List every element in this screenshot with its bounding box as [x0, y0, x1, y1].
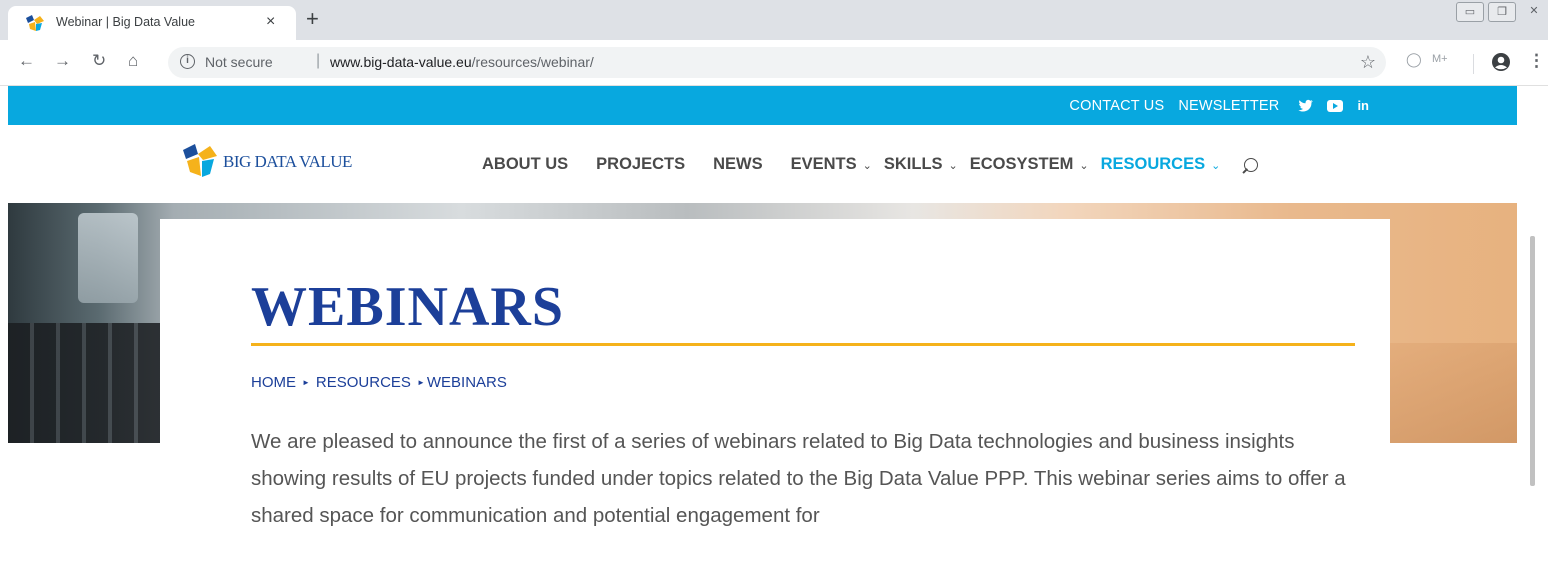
nav-label: ABOUT US — [482, 155, 569, 173]
minimize-icon[interactable]: ▭ — [1456, 2, 1484, 22]
browser-tab[interactable]: Webinar | Big Data Value × — [8, 6, 296, 40]
nav-events[interactable]: EVENTS ⌄ — [791, 155, 872, 174]
new-tab-button[interactable]: + — [306, 8, 319, 30]
bookmark-star-icon[interactable]: ☆ — [1360, 52, 1376, 73]
hero-keyboard-shape — [8, 323, 168, 443]
site-logo[interactable]: BIG DATA VALUE — [181, 140, 352, 184]
menu-dots-icon[interactable]: ⋮ — [1528, 51, 1545, 71]
breadcrumb-webinars: WEBINARS — [426, 374, 507, 391]
breadcrumb-home[interactable]: HOME — [251, 374, 296, 391]
nav-label: NEWS — [713, 155, 763, 173]
breadcrumb: HOME ► RESOURCES ► WEBINARS — [251, 374, 507, 391]
nav-label: RESOURCES — [1100, 155, 1206, 173]
nav-label: PROJECTS — [596, 155, 686, 173]
chevron-down-icon: ⌄ — [1079, 160, 1089, 172]
security-label: Not secure — [205, 54, 273, 70]
contact-us-link[interactable]: CONTACT US — [1069, 98, 1164, 114]
url-text[interactable]: www.big-data-value.eu/resources/webinar/ — [330, 54, 594, 70]
back-arrow-icon[interactable]: ← — [18, 51, 35, 71]
url-path: /resources/webinar/ — [471, 54, 594, 70]
logo-text: BIG DATA VALUE — [223, 152, 352, 171]
logo-mark-icon — [183, 144, 217, 177]
utility-links: CONTACT US NEWSLETTER in — [1069, 86, 1369, 125]
site-favicon-icon — [26, 15, 44, 31]
restore-icon[interactable]: ❐ — [1488, 2, 1516, 22]
profile-avatar-icon[interactable] — [1491, 52, 1511, 72]
nav-label: ECOSYSTEM — [969, 155, 1074, 173]
title-divider — [251, 343, 1355, 346]
twitter-icon[interactable] — [1297, 99, 1314, 113]
reload-icon[interactable]: ↻ — [92, 51, 106, 71]
nav-label: EVENTS — [790, 155, 857, 173]
page-title: WEBINARS — [251, 276, 564, 338]
hero-sand-shape — [1388, 343, 1517, 443]
tab-title: Webinar | Big Data Value — [56, 15, 195, 29]
close-tab-icon[interactable]: × — [266, 13, 275, 31]
chevron-down-icon: ⌄ — [948, 160, 958, 172]
nav-skills[interactable]: SKILLS ⌄ — [884, 155, 958, 174]
youtube-icon[interactable] — [1327, 99, 1344, 112]
browser-toolbar: ← → ↻ ⌂ i Not secure | www.big-data-valu… — [0, 40, 1548, 86]
content-card: WEBINARS HOME ► RESOURCES ► WEBINARS We … — [160, 219, 1390, 563]
utility-bar: CONTACT US NEWSLETTER in — [8, 86, 1517, 125]
nav-resources[interactable]: RESOURCES ⌄ — [1101, 155, 1221, 174]
info-icon[interactable]: i — [180, 54, 195, 69]
nav-news[interactable]: NEWS — [713, 155, 763, 174]
forward-arrow-icon[interactable]: → — [54, 51, 71, 71]
toolbar-divider — [1473, 54, 1474, 74]
window-controls: ▭ ❐ ✕ — [1456, 2, 1548, 22]
newsletter-link[interactable]: NEWSLETTER — [1178, 98, 1279, 114]
home-icon[interactable]: ⌂ — [128, 51, 138, 71]
page-scrollbar[interactable] — [1517, 86, 1548, 563]
nav-label: SKILLS — [883, 155, 943, 173]
nav-projects[interactable]: PROJECTS — [596, 155, 685, 174]
scrollbar-thumb[interactable] — [1530, 236, 1535, 486]
chevron-down-icon: ⌄ — [1211, 160, 1221, 172]
extension-mplus-icon[interactable]: M+ — [1432, 53, 1448, 65]
breadcrumb-separator-icon: ► — [416, 378, 425, 387]
search-icon[interactable] — [1244, 157, 1259, 172]
url-separator: | — [316, 52, 321, 69]
browser-tabstrip: Webinar | Big Data Value × + ▭ ❐ ✕ — [0, 0, 1548, 40]
breadcrumb-resources[interactable]: RESOURCES — [316, 374, 411, 391]
nav-about-us[interactable]: ABOUT US — [482, 155, 568, 174]
chevron-down-icon: ⌄ — [862, 160, 872, 172]
hero-glass-shape — [78, 213, 138, 303]
site-header: BIG DATA VALUE ABOUT US PROJECTS NEWS EV… — [8, 125, 1517, 203]
nav-ecosystem[interactable]: ECOSYSTEM ⌄ — [970, 155, 1089, 174]
close-window-icon[interactable]: ✕ — [1520, 2, 1548, 22]
address-bar[interactable]: i Not secure | www.big-data-value.eu/res… — [168, 47, 1386, 78]
web-page: CONTACT US NEWSLETTER in BIG DATA VALUE … — [8, 86, 1517, 563]
breadcrumb-separator-icon: ► — [302, 378, 310, 387]
url-host: www.big-data-value.eu — [330, 54, 472, 70]
intro-paragraph: We are pleased to announce the first of … — [251, 430, 1346, 527]
linkedin-icon[interactable]: in — [1357, 98, 1369, 113]
extension-circle-icon[interactable]: ◯ — [1406, 51, 1422, 68]
main-nav: ABOUT US PROJECTS NEWS EVENTS ⌄ SKILLS ⌄ E… — [482, 155, 1259, 174]
